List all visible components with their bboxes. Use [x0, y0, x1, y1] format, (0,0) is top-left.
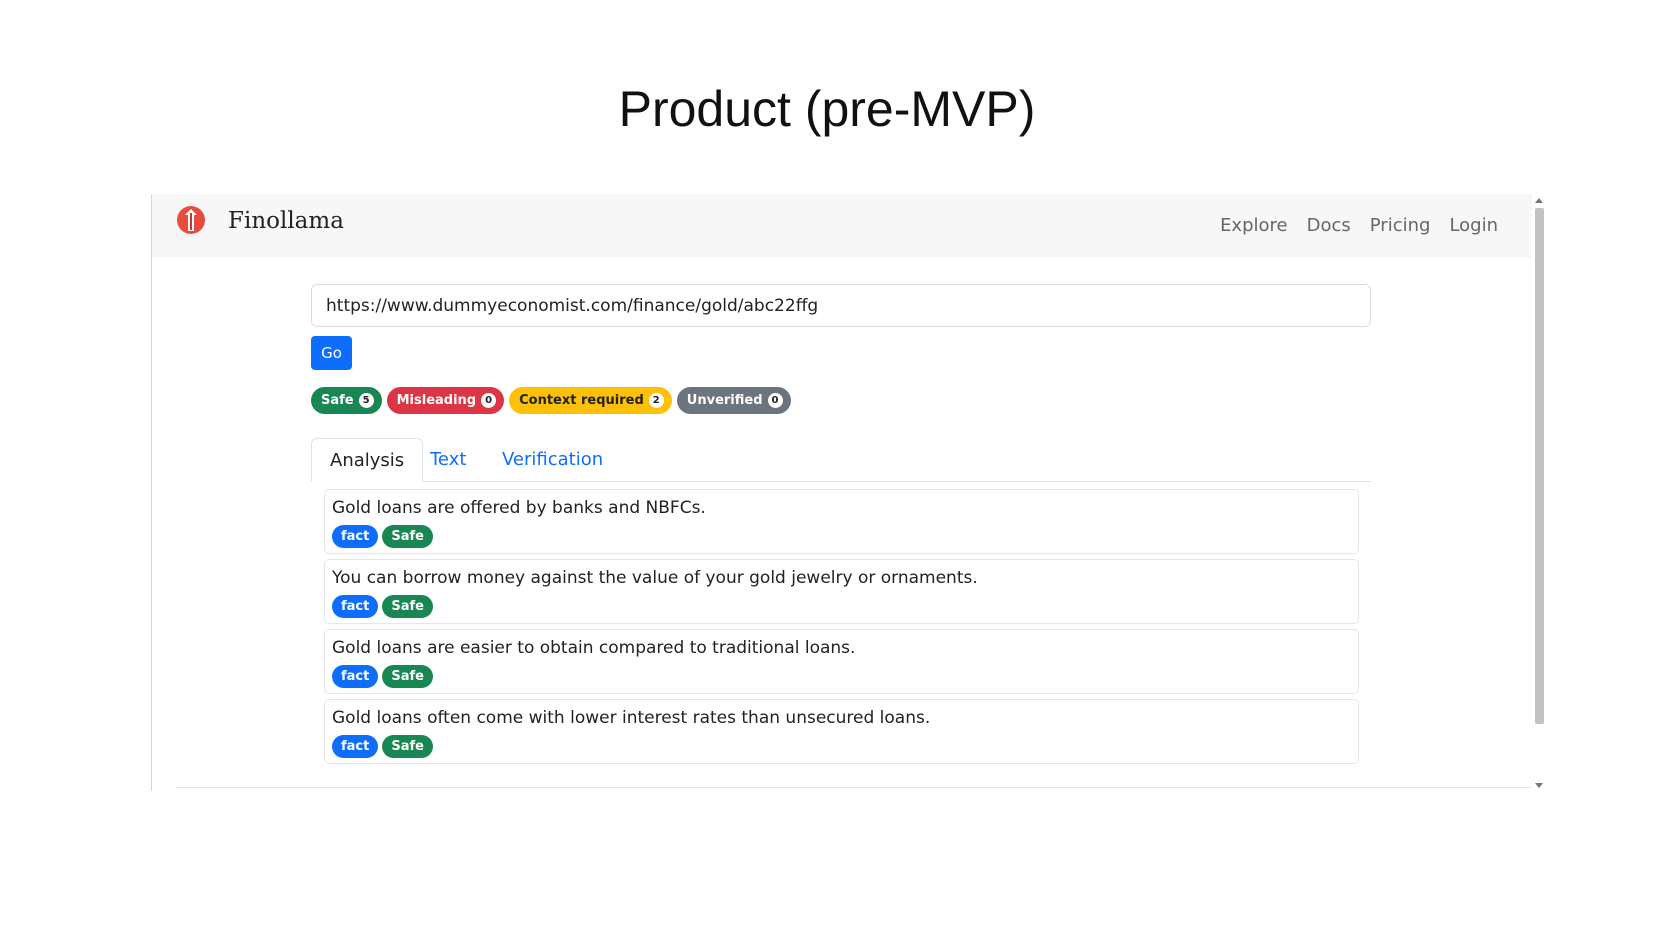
tab-text[interactable]: Text [412, 438, 484, 481]
tag-fact: fact [332, 595, 379, 618]
tag-safe: Safe [382, 525, 433, 548]
badge-misleading: Misleading 0 [386, 387, 505, 414]
badge-context-required: Context required 2 [509, 387, 672, 414]
url-input[interactable] [311, 284, 1371, 327]
claim-text: You can borrow money against the value o… [332, 568, 978, 588]
go-button[interactable]: Go [311, 336, 352, 370]
brand-name[interactable]: Finollama [228, 208, 344, 234]
tag-safe: Safe [382, 665, 433, 688]
claim-item: You can borrow money against the value o… [324, 559, 1359, 624]
nav-explore[interactable]: Explore [1220, 215, 1288, 236]
screenshot-bottom-edge [176, 787, 1532, 788]
badge-safe-count: 5 [358, 393, 374, 408]
scrollbar-thumb[interactable] [1535, 208, 1544, 724]
claim-tags: fact Safe [332, 665, 433, 688]
summary-badges: Safe 5 Misleading 0 Context required 2 U… [311, 387, 791, 414]
claim-item: Gold loans are easier to obtain compared… [324, 629, 1359, 694]
tag-fact: fact [332, 665, 379, 688]
badge-context-required-count: 2 [648, 393, 664, 408]
nav-pricing[interactable]: Pricing [1370, 215, 1431, 236]
tab-analysis[interactable]: Analysis [311, 438, 424, 482]
slide-title: Product (pre-MVP) [618, 81, 1036, 137]
tag-safe: Safe [382, 595, 433, 618]
tag-safe: Safe [382, 735, 433, 758]
badge-safe: Safe 5 [311, 387, 382, 414]
badge-misleading-count: 0 [481, 393, 497, 408]
nav-login[interactable]: Login [1449, 215, 1498, 236]
scroll-up-arrow-icon[interactable] [1535, 198, 1543, 203]
finollama-logo-icon[interactable] [175, 204, 207, 236]
tag-fact: fact [332, 525, 379, 548]
badge-unverified-count: 0 [767, 393, 783, 408]
badge-misleading-label: Misleading [396, 393, 477, 408]
badge-unverified: Unverified 0 [676, 387, 791, 414]
claim-text: Gold loans are easier to obtain compared… [332, 638, 856, 658]
badge-safe-label: Safe [321, 393, 354, 408]
scroll-down-arrow-icon[interactable] [1535, 783, 1543, 788]
result-tabs: Analysis Text Verification [311, 438, 1371, 482]
nav-links: Explore Docs Pricing Login [1220, 215, 1498, 236]
navbar: Finollama Explore Docs Pricing Login [152, 194, 1532, 258]
claim-tags: fact Safe [332, 525, 433, 548]
badge-unverified-label: Unverified [686, 393, 763, 408]
scrollbar[interactable] [1532, 194, 1547, 791]
claim-item: Gold loans are offered by banks and NBFC… [324, 489, 1359, 554]
badge-context-required-label: Context required [519, 393, 644, 408]
claim-text: Gold loans often come with lower interes… [332, 708, 931, 728]
app-screenshot: Finollama Explore Docs Pricing Login Go … [151, 194, 1547, 791]
tab-verification[interactable]: Verification [484, 438, 621, 481]
claim-item: Gold loans often come with lower interes… [324, 699, 1359, 764]
tag-fact: fact [332, 735, 379, 758]
claim-tags: fact Safe [332, 735, 433, 758]
nav-docs[interactable]: Docs [1307, 215, 1351, 236]
claim-text: Gold loans are offered by banks and NBFC… [332, 498, 706, 518]
claim-tags: fact Safe [332, 595, 433, 618]
